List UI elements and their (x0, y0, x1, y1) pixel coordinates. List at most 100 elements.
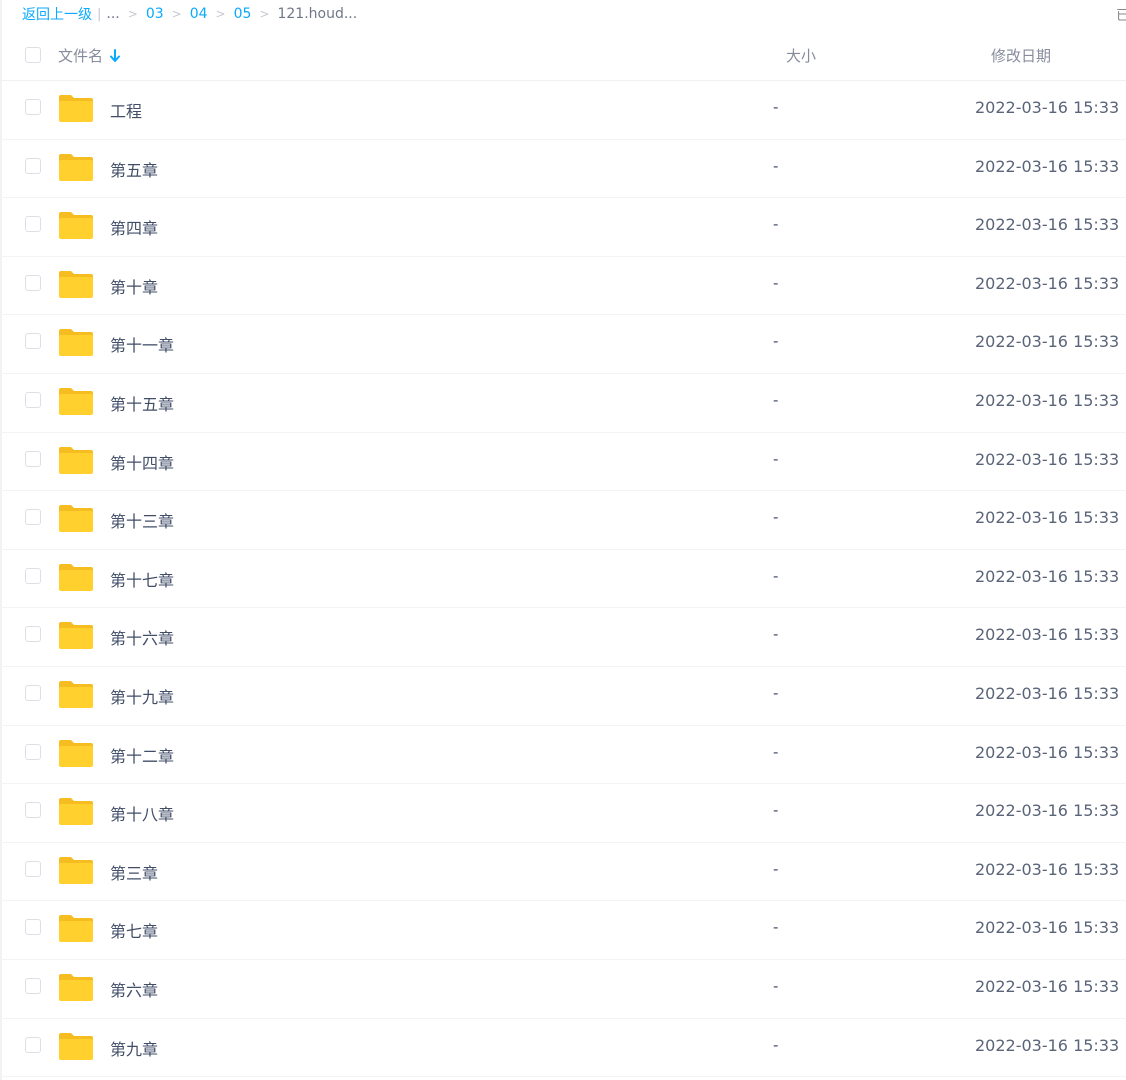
file-modified-date: 2022-03-16 15:33 (975, 449, 1120, 469)
breadcrumb-separator: > (215, 7, 226, 21)
file-size: - (773, 390, 779, 409)
file-name[interactable]: 第十八章 (110, 801, 174, 825)
column-header-size[interactable]: 大小 (786, 45, 816, 66)
sort-down-arrow-icon[interactable] (109, 48, 121, 63)
file-row[interactable]: 第七章 - 2022-03-16 15:33 (0, 901, 1126, 960)
breadcrumb-item-05[interactable]: 05 (234, 6, 252, 22)
file-name[interactable]: 工程 (110, 98, 142, 122)
breadcrumb-ellipsis[interactable]: ... (106, 6, 119, 22)
file-row[interactable]: 第十五章 - 2022-03-16 15:33 (0, 374, 1126, 433)
breadcrumb: 返回上一级 | ... > 03 > 04 > 05 > 121.houd... (22, 4, 357, 24)
folder-icon (59, 973, 93, 1001)
folder-icon (59, 680, 93, 708)
row-checkbox[interactable] (25, 333, 41, 350)
row-checkbox[interactable] (25, 919, 41, 936)
column-header-name-label: 文件名 (58, 47, 104, 65)
file-list: 工程 -2022-03-16 15:33 第五章 -2022-03-16 15:33 第… (0, 81, 1126, 1078)
row-checkbox[interactable] (25, 99, 41, 115)
breadcrumb-item-04[interactable]: 04 (190, 6, 208, 22)
column-header-date[interactable]: 修改日期 (991, 45, 1051, 66)
file-size: - (773, 742, 779, 761)
breadcrumb-separator: > (171, 7, 182, 21)
file-size: - (773, 859, 779, 878)
folder-icon (59, 563, 93, 591)
file-size: - (773, 508, 779, 527)
file-row[interactable]: 第十四章 - 2022-03-16 15:33 (0, 433, 1126, 492)
folder-icon (59, 212, 93, 240)
file-row[interactable]: 第十六章 - 2022-03-16 15:33 (0, 608, 1126, 667)
file-size: - (773, 273, 779, 292)
file-name[interactable]: 第六章 (110, 977, 158, 1001)
row-checkbox[interactable] (25, 567, 41, 584)
file-size: - (773, 918, 779, 937)
folder-icon (59, 798, 93, 826)
file-row[interactable]: 第十章 - 2022-03-16 15:33 (0, 257, 1126, 316)
file-size: - (773, 683, 779, 702)
file-row[interactable]: 第十一章 - 2022-03-16 15:33 (0, 315, 1126, 374)
file-modified-date: 2022-03-16 15:33 (975, 332, 1120, 352)
file-size: - (773, 801, 779, 820)
folder-icon (59, 270, 93, 298)
file-row[interactable]: 第十八章 - 2022-03-16 15:33 (0, 784, 1126, 843)
row-checkbox[interactable] (25, 860, 41, 877)
file-name[interactable]: 第十九章 (110, 684, 174, 708)
row-checkbox[interactable] (25, 802, 41, 819)
folder-icon (59, 387, 93, 415)
row-checkbox[interactable] (25, 274, 41, 291)
file-row[interactable]: 第四章 - 2022-03-16 15:33 (0, 198, 1126, 257)
file-name[interactable]: 第十七章 (110, 567, 174, 591)
file-size: - (773, 976, 779, 995)
row-checkbox[interactable] (25, 977, 41, 994)
column-header-name[interactable]: 文件名 (58, 45, 121, 66)
file-modified-date: 2022-03-16 15:33 (975, 976, 1120, 996)
file-size: - (773, 449, 779, 468)
file-row[interactable]: 第九章 - 2022-03-16 15:33 (0, 1019, 1126, 1078)
folder-icon (59, 446, 93, 474)
file-name[interactable]: 第十三章 (110, 508, 174, 532)
folder-icon (59, 739, 93, 767)
folder-icon (59, 329, 93, 357)
file-size: - (773, 98, 779, 116)
file-row[interactable]: 第十九章 - 2022-03-16 15:33 (0, 667, 1126, 726)
file-modified-date: 2022-03-16 15:33 (975, 801, 1120, 821)
file-row[interactable]: 第十七章 - 2022-03-16 15:33 (0, 550, 1126, 609)
row-checkbox[interactable] (25, 743, 41, 760)
file-row[interactable]: 第五章 - 2022-03-16 15:33 (0, 140, 1126, 199)
row-checkbox[interactable] (25, 391, 41, 408)
file-modified-date: 2022-03-16 15:33 (975, 273, 1120, 293)
file-row[interactable]: 第六章 - 2022-03-16 15:33 (0, 960, 1126, 1019)
file-name[interactable]: 第三章 (110, 860, 158, 884)
file-row[interactable]: 第十二章 - 2022-03-16 15:33 (0, 726, 1126, 785)
file-name[interactable]: 第十章 (110, 274, 158, 298)
file-name[interactable]: 第十四章 (110, 450, 174, 474)
file-name[interactable]: 第十二章 (110, 743, 174, 767)
file-name[interactable]: 第十六章 (110, 625, 174, 649)
breadcrumb-current: 121.houd... (277, 6, 358, 22)
file-name[interactable]: 第四章 (110, 215, 158, 239)
row-checkbox[interactable] (25, 509, 41, 526)
file-name[interactable]: 第七章 (110, 918, 158, 942)
row-checkbox[interactable] (25, 626, 41, 643)
file-name[interactable]: 第五章 (110, 157, 158, 181)
row-checkbox[interactable] (25, 450, 41, 467)
row-checkbox[interactable] (25, 157, 41, 174)
file-modified-date: 2022-03-16 15:33 (975, 1035, 1120, 1055)
row-checkbox[interactable] (25, 1036, 41, 1053)
file-row[interactable]: 第十三章 - 2022-03-16 15:33 (0, 491, 1126, 550)
file-name[interactable]: 第九章 (110, 1036, 158, 1060)
file-size: - (773, 156, 779, 175)
file-modified-date: 2022-03-16 15:33 (975, 625, 1120, 645)
file-name[interactable]: 第十一章 (110, 332, 174, 356)
breadcrumb-item-03[interactable]: 03 (146, 6, 164, 22)
file-row[interactable]: 第三章 - 2022-03-16 15:33 (0, 843, 1126, 902)
back-link[interactable]: 返回上一级 (22, 4, 92, 24)
row-checkbox[interactable] (25, 684, 41, 701)
file-modified-date: 2022-03-16 15:33 (975, 156, 1120, 176)
row-checkbox[interactable] (25, 216, 41, 233)
file-row[interactable]: 工程 - 2022-03-16 15:33 (0, 81, 1126, 140)
file-modified-date: 2022-03-16 15:33 (975, 215, 1120, 235)
file-name[interactable]: 第十五章 (110, 391, 174, 415)
folder-icon (59, 505, 93, 533)
select-all-checkbox[interactable] (25, 47, 41, 63)
folder-icon (59, 153, 93, 181)
